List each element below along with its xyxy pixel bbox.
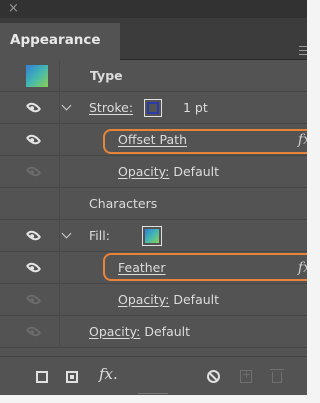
opacity-value: Default (169, 292, 220, 307)
stroke-weight[interactable]: 1 pt (183, 92, 208, 124)
panel-titlebar: × (0, 0, 307, 18)
row-gutter (0, 156, 60, 188)
visibility-eye-icon[interactable] (25, 323, 42, 340)
tab-appearance[interactable]: Appearance (0, 23, 120, 60)
opacity-field[interactable]: Opacity: Default (89, 316, 190, 348)
row-gutter (0, 284, 60, 316)
row-gutter (0, 124, 60, 156)
stroke-color-swatch[interactable] (144, 99, 162, 117)
opacity-value: Default (140, 324, 191, 339)
bottom-toolbar: fx. (0, 356, 307, 395)
opacity-label: Opacity: (118, 292, 170, 307)
duplicate-item-icon[interactable] (240, 368, 252, 383)
row-gutter (0, 252, 60, 284)
chevron-down-icon[interactable] (61, 100, 72, 111)
row-characters[interactable]: Characters (0, 188, 307, 220)
fx-icon[interactable]: fx. (99, 365, 118, 383)
opacity-field[interactable]: Opacity: Default (118, 284, 219, 316)
row-gutter (0, 316, 60, 348)
visibility-eye-icon[interactable] (25, 99, 42, 116)
trash-icon[interactable] (270, 369, 284, 383)
visibility-eye-icon[interactable] (25, 131, 42, 148)
row-opacity-stroke[interactable]: Opacity: Default (0, 156, 307, 188)
row-type[interactable]: Type (0, 60, 307, 92)
characters-label: Characters (89, 196, 158, 211)
clear-appearance-icon[interactable] (207, 370, 220, 383)
fill-color-swatch[interactable] (142, 226, 162, 246)
type-label: Type (90, 68, 123, 83)
row-gutter (0, 92, 60, 124)
row-stroke[interactable]: Stroke: 1 pt (0, 92, 307, 124)
opacity-value: Default (169, 164, 220, 179)
fill-label[interactable]: Fill: (89, 220, 110, 252)
chevron-down-icon[interactable] (61, 228, 72, 239)
row-opacity-object[interactable]: Opacity: Default (0, 316, 307, 348)
row-fill[interactable]: Fill: (0, 220, 307, 252)
resize-grip[interactable] (138, 393, 168, 395)
row-opacity-fill[interactable]: Opacity: Default (0, 284, 307, 316)
visibility-eye-icon[interactable] (25, 163, 42, 180)
opacity-field[interactable]: Opacity: Default (118, 156, 219, 188)
add-new-stroke-icon[interactable] (36, 371, 48, 383)
visibility-eye-icon[interactable] (25, 291, 42, 308)
appearance-panel: × Appearance Type Stroke: 1 pt Offset Pa… (0, 0, 307, 395)
type-thumbnail (26, 65, 48, 87)
add-new-fill-icon[interactable] (66, 371, 78, 383)
highlight-feather (103, 253, 307, 281)
opacity-label: Opacity: (89, 324, 141, 339)
highlight-offset-path (103, 129, 307, 154)
row-gutter (0, 220, 60, 252)
opacity-label: Opacity: (118, 164, 170, 179)
close-icon[interactable]: × (8, 0, 19, 18)
visibility-eye-icon[interactable] (25, 227, 42, 244)
row-gutter (0, 60, 60, 92)
row-gutter (0, 188, 60, 220)
visibility-eye-icon[interactable] (25, 259, 42, 276)
panel-menu-icon[interactable] (299, 46, 307, 55)
stroke-label[interactable]: Stroke: (89, 92, 133, 124)
tab-bar: Appearance (0, 18, 307, 60)
